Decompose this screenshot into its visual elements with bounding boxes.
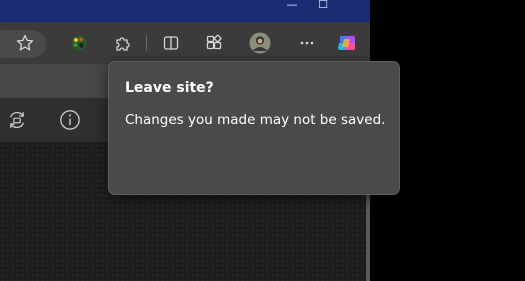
extensions-puzzle-icon[interactable] bbox=[111, 32, 133, 54]
browser-toolbar bbox=[0, 22, 370, 64]
copilot-icon[interactable] bbox=[336, 32, 358, 54]
minimize-button[interactable]: — bbox=[281, 0, 303, 20]
profile-avatar[interactable] bbox=[249, 32, 271, 54]
split-screen-icon[interactable] bbox=[160, 32, 182, 54]
collections-icon[interactable] bbox=[203, 32, 225, 54]
scrollbar-edge bbox=[366, 195, 370, 281]
refresh-sync-icon[interactable] bbox=[6, 109, 28, 131]
color-palette-extension-icon[interactable] bbox=[68, 32, 90, 54]
maximize-button[interactable]: ☐ bbox=[312, 0, 334, 20]
more-menu-icon[interactable] bbox=[296, 32, 318, 54]
toolbar-divider bbox=[146, 35, 147, 51]
favorite-star-icon[interactable] bbox=[14, 32, 36, 54]
title-bar: — ☐ bbox=[0, 0, 370, 22]
info-icon[interactable] bbox=[59, 109, 81, 131]
leave-site-dialog: Leave site? Changes you made may not be … bbox=[108, 61, 400, 195]
dialog-title: Leave site? bbox=[125, 80, 214, 96]
dialog-message: Changes you made may not be saved. bbox=[125, 112, 386, 128]
